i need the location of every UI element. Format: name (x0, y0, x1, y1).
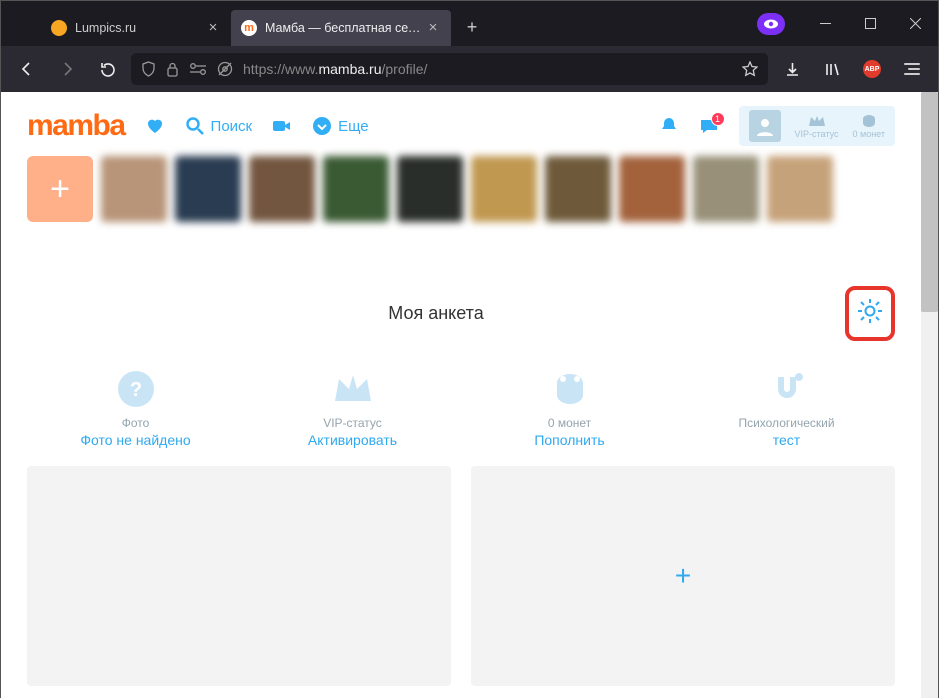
tab-label: Мамба — бесплатная сеть зна (265, 21, 425, 35)
photo-strip: + (1, 154, 921, 222)
maximize-button[interactable] (848, 1, 893, 46)
abp-button[interactable]: ABP (856, 53, 888, 85)
wallet-icon (547, 369, 593, 414)
add-photo-button[interactable]: + (27, 156, 93, 222)
bookmark-icon[interactable] (742, 61, 758, 77)
browser-navbar: https://www.mamba.ru/profile/ ABP (1, 46, 938, 92)
card-label: Фото (122, 416, 150, 430)
crown-icon (330, 369, 376, 414)
abp-icon: ABP (863, 60, 881, 78)
browser-tab-lumpics[interactable]: Lumpics.ru × (41, 10, 231, 46)
card-link[interactable]: Пополнить (534, 432, 604, 448)
photo-thumb[interactable] (175, 156, 241, 222)
content-panels: + (1, 448, 921, 686)
menu-button[interactable] (896, 53, 928, 85)
browser-tab-mamba[interactable]: m Мамба — бесплатная сеть зна × (231, 10, 451, 46)
back-button[interactable] (11, 53, 43, 85)
panel-left[interactable] (27, 466, 451, 686)
likes-nav[interactable] (145, 116, 165, 136)
close-icon[interactable]: × (205, 20, 221, 36)
scrollbar-thumb[interactable] (921, 92, 938, 312)
messages-button[interactable]: 1 (699, 116, 719, 136)
lock-icon (166, 62, 179, 77)
search-label: Поиск (211, 118, 253, 135)
panel-add[interactable]: + (471, 466, 895, 686)
svg-text:?: ? (129, 379, 141, 401)
photo-thumb[interactable] (249, 156, 315, 222)
close-icon[interactable]: × (425, 20, 441, 36)
card-label: VIP-статус (323, 416, 382, 430)
user-box[interactable]: VIP-статус 0 монет (739, 106, 895, 146)
page-viewport: mamba Поиск Еще 1 VIP-статус 0 монет + М… (1, 92, 938, 698)
card-test: Психологический тест (697, 369, 877, 448)
search-nav[interactable]: Поиск (185, 116, 253, 136)
settings-button[interactable] (856, 297, 884, 330)
tab-favicon: m (241, 20, 257, 36)
photo-icon: ? (113, 369, 159, 414)
card-label: Психологический (738, 416, 834, 430)
card-coins: 0 монет Пополнить (480, 369, 660, 448)
card-link[interactable]: тест (773, 432, 800, 448)
card-link[interactable]: Фото не найдено (80, 432, 190, 448)
photo-thumb[interactable] (619, 156, 685, 222)
photo-thumb[interactable] (397, 156, 463, 222)
photo-thumb[interactable] (323, 156, 389, 222)
tracking-icon (217, 61, 233, 77)
test-icon (764, 369, 810, 414)
permissions-icon (189, 62, 207, 76)
card-photo: ? Фото Фото не найдено (46, 369, 226, 448)
tab-label: Lumpics.ru (75, 21, 205, 35)
profile-cards: ? Фото Фото не найдено VIP-статус Активи… (1, 369, 921, 448)
site-logo[interactable]: mamba (27, 109, 125, 143)
photo-thumb[interactable] (101, 156, 167, 222)
card-link[interactable]: Активировать (308, 432, 397, 448)
site-header: mamba Поиск Еще 1 VIP-статус 0 монет (1, 92, 921, 154)
badge: 1 (711, 112, 725, 126)
window-titlebar: Lumpics.ru × m Мамба — бесплатная сеть з… (1, 1, 938, 46)
section-title: Моя анкета (27, 303, 845, 324)
more-nav[interactable]: Еще (312, 116, 369, 136)
new-tab-button[interactable]: + (457, 13, 487, 43)
url-bar[interactable]: https://www.mamba.ru/profile/ (131, 53, 768, 85)
photo-thumb[interactable] (693, 156, 759, 222)
coins-mini[interactable]: 0 монет (853, 114, 886, 139)
card-label: 0 монет (548, 416, 591, 430)
photo-thumb[interactable] (471, 156, 537, 222)
more-label: Еще (338, 118, 369, 135)
vip-mini[interactable]: VIP-статус (795, 114, 839, 139)
close-window-button[interactable] (893, 1, 938, 46)
reload-button[interactable] (91, 53, 123, 85)
notifications-button[interactable] (659, 116, 679, 136)
shield-icon (141, 61, 156, 77)
forward-button[interactable] (51, 53, 83, 85)
photo-thumb[interactable] (545, 156, 611, 222)
minimize-button[interactable] (803, 1, 848, 46)
url-text: https://www.mamba.ru/profile/ (243, 61, 732, 77)
settings-highlight (845, 286, 895, 341)
video-nav[interactable] (272, 116, 292, 136)
downloads-button[interactable] (776, 53, 808, 85)
tab-favicon (51, 20, 67, 36)
library-button[interactable] (816, 53, 848, 85)
vpn-badge[interactable] (757, 13, 785, 35)
avatar-icon (749, 110, 781, 142)
photo-thumb[interactable] (767, 156, 833, 222)
card-vip: VIP-статус Активировать (263, 369, 443, 448)
